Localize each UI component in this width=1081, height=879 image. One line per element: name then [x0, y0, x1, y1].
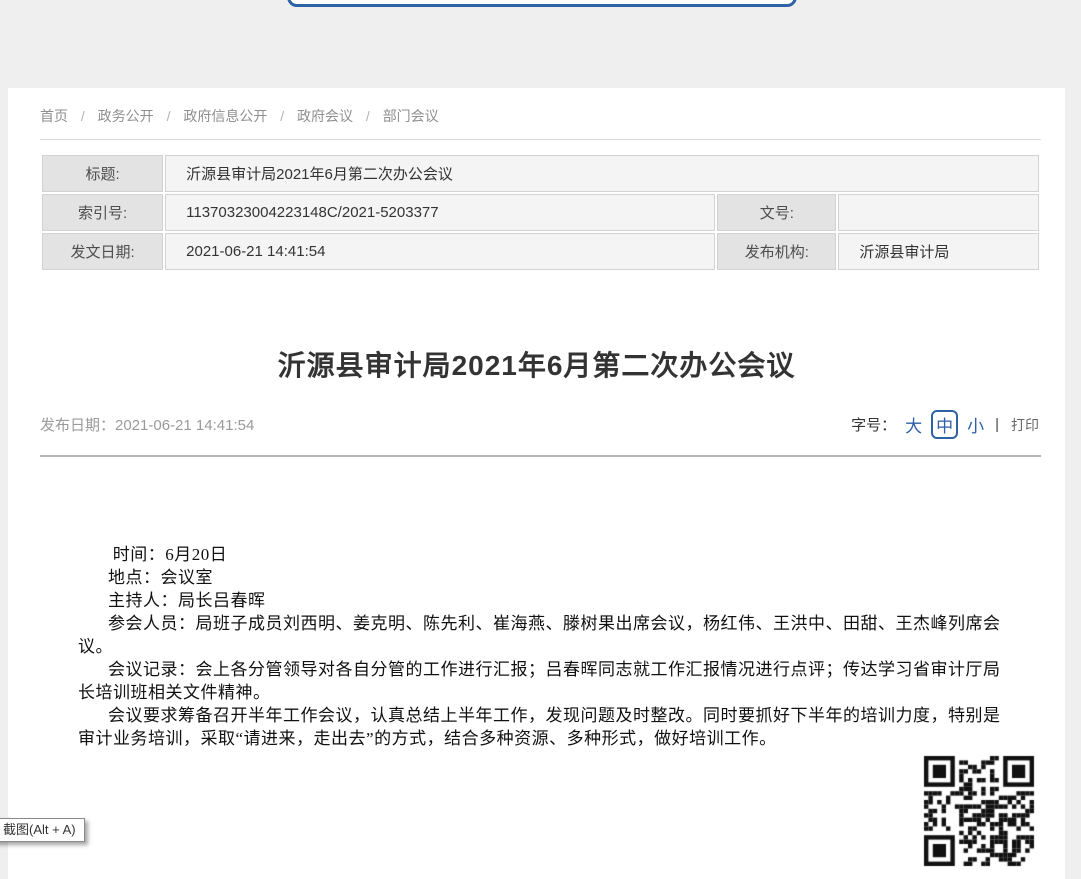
breadcrumb-item-govt-affairs[interactable]: 政务公开 [98, 108, 154, 124]
breadcrumb-separator: / [280, 108, 284, 124]
font-size-medium-button[interactable]: 中 [931, 410, 958, 439]
paragraph-host: 主持人：局长吕春晖 [78, 589, 1006, 612]
font-size-label: 字号： [851, 414, 896, 435]
screenshot-tooltip: 截图(Alt + A) [0, 818, 85, 842]
print-button[interactable]: 打印 [1011, 415, 1039, 435]
toolbar-separator: | [995, 416, 999, 433]
paragraph-requirements: 会议要求筹备召开半年工作会议，认真总结上半年工作，发现问题及时整改。同时要抓好下… [78, 704, 1006, 750]
qr-code-container [922, 751, 1040, 871]
publish-date-label: 发布日期： [40, 417, 115, 434]
meta-value-title: 沂源县审计局2021年6月第二次办公会议 [165, 155, 1039, 192]
paragraph-minutes: 会议记录：会上各分管领导对各自分管的工作进行汇报；吕春晖同志就工作汇报情况进行点… [78, 658, 1006, 704]
paragraph-attendees: 参会人员：局班子成员刘西明、姜克明、陈先利、崔海燕、滕树果出席会议，杨红伟、王洪… [78, 612, 1006, 658]
breadcrumb-separator: / [167, 108, 171, 124]
publish-date-value: 2021-06-21 14:41:54 [115, 417, 254, 434]
meta-value-index-number: 11370323004223148C/2021-5203377 [165, 194, 715, 231]
font-size-small-button[interactable]: 小 [967, 412, 984, 437]
table-row: 标题: 沂源县审计局2021年6月第二次办公会议 [42, 155, 1039, 192]
document-meta-table: 标题: 沂源县审计局2021年6月第二次办公会议 索引号: 1137032300… [40, 153, 1041, 272]
breadcrumb: 首页 / 政务公开 / 政府信息公开 / 政府会议 / 部门会议 [8, 88, 1065, 126]
publish-date: 发布日期：2021-06-21 14:41:54 [40, 414, 254, 435]
meta-value-issuing-agency: 沂源县审计局 [838, 233, 1039, 270]
meta-label-issue-date: 发文日期: [42, 233, 163, 270]
table-row: 发文日期: 2021-06-21 14:41:54 发布机构: 沂源县审计局 [42, 233, 1039, 270]
breadcrumb-separator: / [366, 108, 370, 124]
breadcrumb-divider [40, 139, 1041, 140]
page-title: 沂源县审计局2021年6月第二次办公会议 [38, 344, 1035, 384]
meta-label-index-number: 索引号: [42, 194, 163, 231]
title-divider [40, 455, 1041, 457]
article-toolbar: 发布日期：2021-06-21 14:41:54 字号： 大 中 小 | 打印 [40, 410, 1039, 439]
breadcrumb-item-dept-meetings[interactable]: 部门会议 [383, 108, 439, 124]
breadcrumb-item-home[interactable]: 首页 [40, 108, 68, 124]
meta-label-title: 标题: [42, 155, 163, 192]
qr-code-icon [922, 751, 1040, 871]
meta-label-doc-number: 文号: [717, 194, 836, 231]
breadcrumb-item-govt-info[interactable]: 政府信息公开 [183, 108, 267, 124]
paragraph-location: 地点：会议室 [78, 566, 1006, 589]
paragraph-time: 时间：6月20日 [78, 543, 1006, 566]
breadcrumb-separator: / [81, 108, 85, 124]
meta-value-issue-date: 2021-06-21 14:41:54 [165, 233, 715, 270]
meta-label-issuing-agency: 发布机构: [717, 233, 836, 270]
content-panel: 首页 / 政务公开 / 政府信息公开 / 政府会议 / 部门会议 标题: 沂源县… [8, 88, 1065, 879]
meta-value-doc-number [838, 194, 1039, 231]
breadcrumb-item-govt-meetings[interactable]: 政府会议 [297, 108, 353, 124]
font-size-widget: 字号： 大 中 小 | 打印 [851, 410, 1039, 439]
table-row: 索引号: 11370323004223148C/2021-5203377 文号: [42, 194, 1039, 231]
font-size-large-button[interactable]: 大 [905, 412, 922, 437]
article-body: 时间：6月20日 地点：会议室 主持人：局长吕春晖 参会人员：局班子成员刘西明、… [78, 543, 1006, 750]
search-input-partial[interactable] [287, 0, 797, 7]
